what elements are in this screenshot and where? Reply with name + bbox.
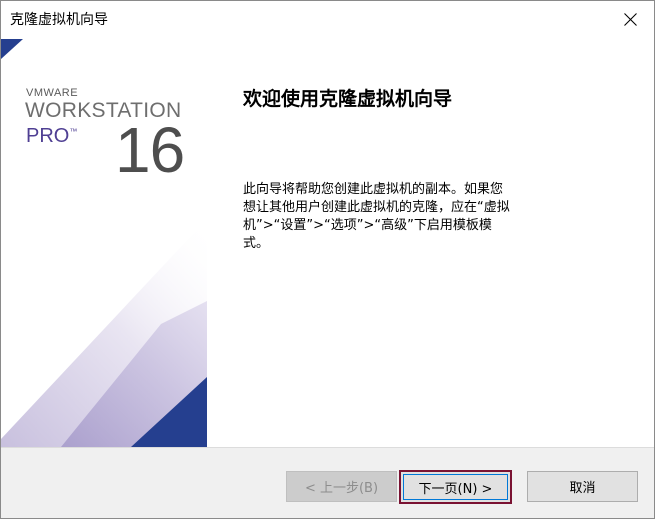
close-button[interactable] bbox=[608, 1, 654, 38]
next-button-label: 下一页(N) > bbox=[403, 474, 508, 500]
vmware-logo-text: VMWARE bbox=[26, 87, 79, 99]
trademark-symbol: ™ bbox=[69, 127, 78, 136]
wizard-footer: < 上一步(B) 下一页(N) > 取消 bbox=[1, 447, 654, 518]
wizard-description: 此向导将帮助您创建此虚拟机的副本。如果您想让其他用户创建此虚拟机的克隆，应在“虚… bbox=[243, 182, 510, 251]
wizard-heading: 欢迎使用克隆虚拟机向导 bbox=[243, 88, 453, 110]
clone-vm-wizard-window: 克隆虚拟机向导 VMWARE WORKSTATION PRO™ 16 欢迎使用克… bbox=[0, 0, 655, 519]
product-version: 16 bbox=[115, 114, 185, 186]
cancel-button[interactable]: 取消 bbox=[527, 471, 638, 502]
back-button[interactable]: < 上一步(B) bbox=[286, 471, 397, 502]
next-button[interactable]: 下一页(N) > bbox=[399, 470, 512, 504]
window-title: 克隆虚拟机向导 bbox=[10, 12, 108, 28]
close-icon bbox=[624, 13, 637, 26]
edition-text: PRO bbox=[26, 125, 70, 147]
wizard-banner: VMWARE WORKSTATION PRO™ 16 bbox=[1, 39, 207, 447]
product-edition: PRO™ bbox=[26, 125, 77, 148]
title-bar: 克隆虚拟机向导 bbox=[1, 1, 654, 39]
